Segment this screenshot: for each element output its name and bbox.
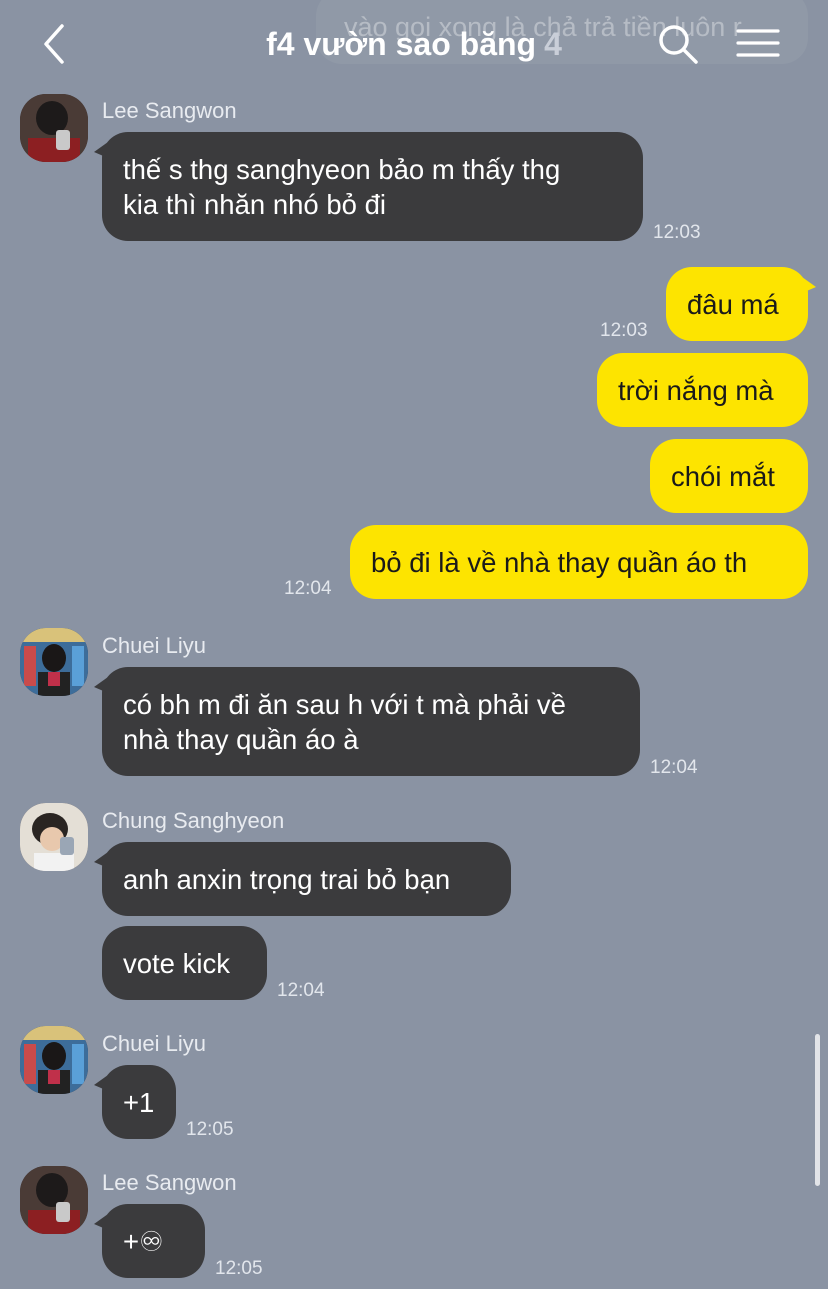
message-timestamp: 12:03 (600, 320, 648, 341)
profile-photo (20, 628, 88, 696)
scrollbar[interactable] (815, 1034, 820, 1186)
message-timestamp: 12:03 (653, 222, 701, 243)
sender-name: Chuei Liyu (102, 633, 206, 658)
message-timestamp: 12:04 (277, 980, 325, 1001)
menu-button[interactable] (736, 26, 780, 62)
message-text-line: có bh m đi ăn sau h với t mà phải về (123, 689, 566, 720)
message-text: +♾ (123, 1226, 164, 1257)
message-timestamp: 12:05 (186, 1119, 234, 1140)
message-bubble[interactable]: thế s thg sanghyeon bảo m thấy thg kia t… (94, 132, 643, 241)
profile-photo (20, 1026, 88, 1094)
profile-photo (20, 803, 88, 871)
message-bubble[interactable]: trời nắng mà (597, 353, 808, 427)
back-button[interactable] (36, 22, 76, 66)
chat-header: vào gọi xong là chả trả tiền luôn r f4 v… (0, 0, 828, 88)
message-text: đâu má (687, 289, 779, 320)
avatar-chuei-liyu[interactable] (20, 1026, 88, 1094)
message-text: trời nắng mà (618, 375, 774, 406)
message-text: bỏ đi là về nhà thay quần áo th (371, 547, 748, 578)
search-icon (659, 25, 698, 64)
message-bubble[interactable]: đâu má (666, 267, 816, 341)
message-bubble[interactable]: +1 (94, 1065, 176, 1139)
message-text-line: kia thì nhăn nhó bỏ đi (123, 189, 386, 220)
message-timestamp: 12:04 (284, 578, 332, 599)
sender-name: Chung Sanghyeon (102, 808, 285, 833)
profile-photo (20, 1166, 88, 1234)
message-bubble[interactable]: bỏ đi là về nhà thay quần áo th (350, 525, 808, 599)
sender-name: Lee Sangwon (102, 1170, 237, 1195)
sender-name: Chuei Liyu (102, 1031, 206, 1056)
avatar-lee-sangwon[interactable] (20, 94, 88, 162)
message-bubble[interactable]: vote kick (102, 926, 267, 1000)
message-text-line: thế s thg sanghyeon bảo m thấy thg (123, 154, 561, 185)
search-button[interactable] (656, 22, 700, 66)
chevron-left-icon (44, 24, 64, 64)
message-timestamp: 12:04 (650, 757, 698, 778)
message-text: chói mắt (671, 461, 775, 492)
message-text: +1 (123, 1087, 155, 1118)
message-bubble[interactable]: có bh m đi ăn sau h với t mà phải về nhà… (94, 667, 640, 776)
message-text: anh anxin trọng trai bỏ bạn (123, 864, 451, 895)
message-bubble[interactable]: +♾ (94, 1204, 205, 1278)
message-timestamp: 12:05 (215, 1258, 263, 1279)
message-text: vote kick (123, 948, 230, 979)
hamburger-menu-icon (736, 29, 780, 57)
message-text-line: nhà thay quần áo à (123, 724, 359, 755)
message-bubble[interactable]: chói mắt (650, 439, 808, 513)
message-bubble[interactable]: anh anxin trọng trai bỏ bạn (94, 842, 511, 916)
avatar-chung-sanghyeon[interactable] (20, 803, 88, 871)
scrolled-message-preview: vào gọi xong là chả trả tiền luôn r (316, 0, 808, 64)
avatar-chuei-liyu[interactable] (20, 628, 88, 696)
avatar-lee-sangwon[interactable] (20, 1166, 88, 1234)
sender-name: Lee Sangwon (102, 98, 237, 123)
profile-photo (20, 94, 88, 162)
